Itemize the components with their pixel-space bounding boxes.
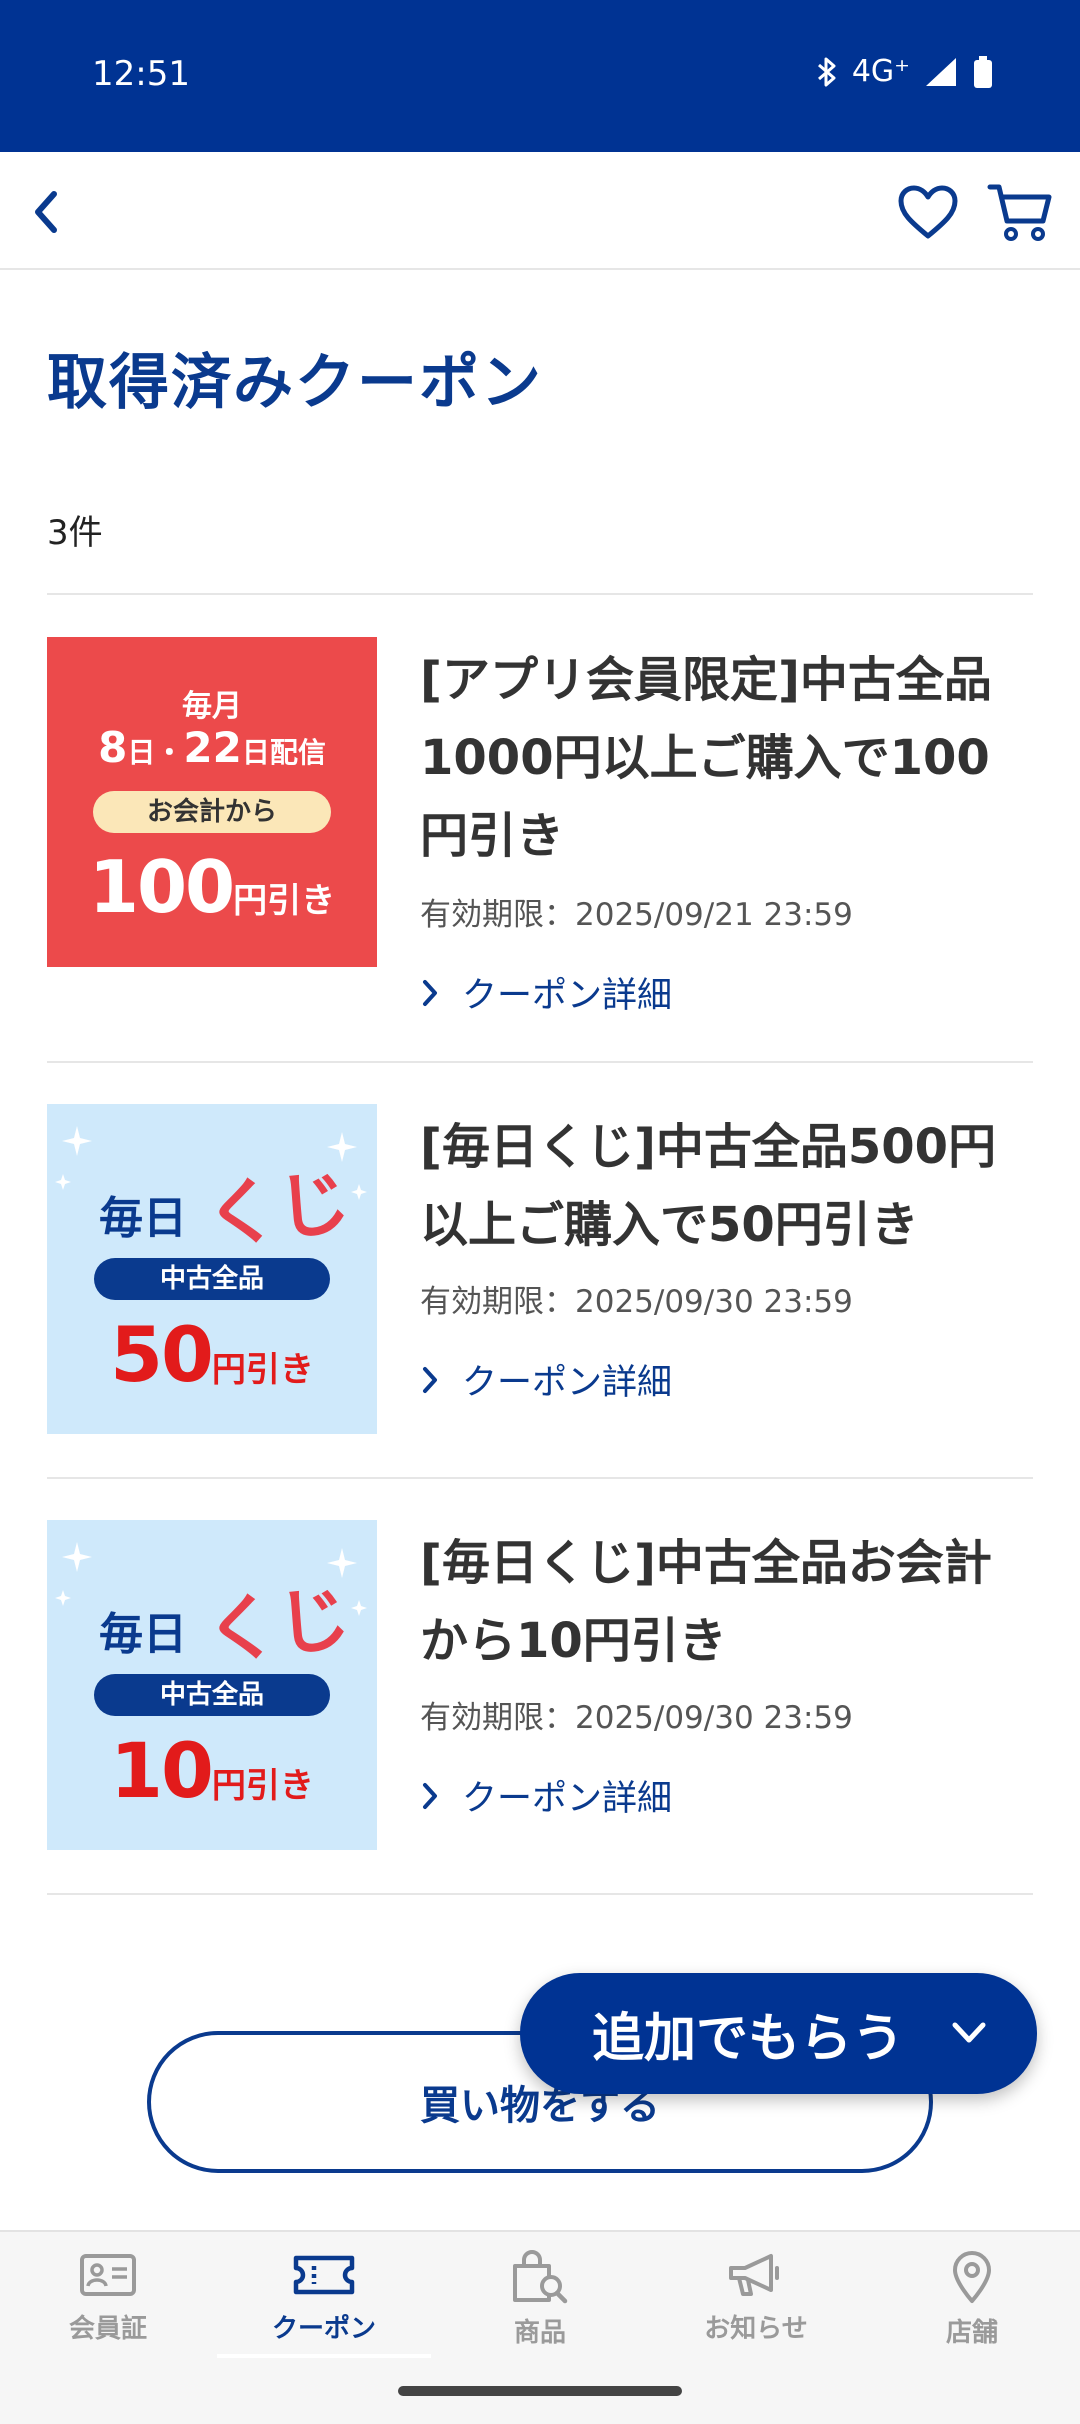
page-title: 取得済みクーポン — [47, 348, 543, 418]
thumb-line1: 毎月 — [182, 689, 242, 724]
coupon-expiry: 有効期限：2025/09/30 23:59 — [420, 1700, 853, 1736]
cart-button[interactable] — [980, 172, 1060, 252]
heart-icon — [898, 185, 958, 239]
coupon-title[interactable]: [毎日くじ]中古全品500円以上ご購入で50円引き — [420, 1108, 1033, 1264]
favorites-button[interactable] — [888, 172, 968, 252]
thumb-line1a: 毎日 — [99, 1609, 187, 1660]
nav-stores[interactable]: 店舗 — [864, 2250, 1080, 2360]
coupon-title[interactable]: [毎日くじ]中古全品お会計から10円引き — [420, 1524, 1033, 1680]
status-time: 12:51 — [92, 54, 190, 94]
nav-products[interactable]: 商品 — [432, 2250, 648, 2360]
thumb-line1b: くじ — [201, 1159, 354, 1259]
nav-label: 商品 — [513, 2318, 566, 2348]
get-more-button[interactable]: 追加でもらう — [520, 1973, 1037, 2094]
divider — [47, 1893, 1033, 1895]
nav-coupon[interactable]: クーポン — [216, 2250, 432, 2360]
thumb-discount: 50円引き — [110, 1310, 314, 1399]
nav-label: 店舗 — [945, 2318, 998, 2348]
thumb-pill: 中古全品 — [94, 1674, 330, 1716]
cart-icon — [987, 184, 1052, 241]
chevron-right-icon — [423, 1782, 437, 1809]
nav-label: お知らせ — [704, 2314, 808, 2344]
coupon-thumbnail[interactable]: 毎日 くじ 中古全品 10円引き — [47, 1520, 377, 1850]
thumb-line1a: 毎日 — [99, 1193, 187, 1244]
member-card-icon — [80, 2254, 136, 2296]
chevron-down-icon — [952, 2022, 986, 2043]
nav-news[interactable]: お知らせ — [648, 2250, 864, 2360]
coupon-item: 毎月 8日・22日配信 お会計から 100円引き [アプリ会員限定]中古全品10… — [47, 637, 1033, 1062]
coupon-thumbnail[interactable]: 毎月 8日・22日配信 お会計から 100円引き — [47, 637, 377, 967]
thumb-discount: 100円引き — [88, 845, 336, 929]
coupon-detail-label: クーポン詳細 — [462, 1363, 673, 1403]
network-type: 4G⁺ — [851, 54, 910, 89]
status-icons: 4G⁺ — [816, 54, 994, 89]
coupon-detail-label: クーポン詳細 — [462, 1779, 673, 1819]
coupon-detail-link[interactable]: クーポン詳細 — [420, 1354, 672, 1405]
coupon-title[interactable]: [アプリ会員限定]中古全品1000円以上ご購入で100円引き — [420, 641, 1033, 875]
chevron-left-icon — [35, 191, 57, 233]
coupon-thumbnail[interactable]: 毎日 くじ 中古全品 50円引き — [47, 1104, 377, 1434]
bluetooth-icon — [817, 57, 836, 86]
gesture-handle[interactable] — [398, 2386, 682, 2396]
divider — [47, 1061, 1033, 1063]
thumb-line1b: くじ — [201, 1575, 354, 1675]
get-more-label: 追加でもらう — [592, 2009, 905, 2069]
battery-icon — [974, 55, 992, 88]
shopping-bag-search-icon — [513, 2250, 568, 2304]
bottom-nav: 会員証 クーポン 商品 お知らせ 店舗 — [0, 2230, 1080, 2360]
nav-member-card[interactable]: 会員証 — [0, 2250, 216, 2360]
coupon-detail-link[interactable]: クーポン詳細 — [420, 1770, 672, 1821]
status-bar: 12:51 4G⁺ — [0, 0, 1080, 152]
app-header — [0, 152, 1080, 270]
coupon-item: 毎日 くじ 中古全品 50円引き [毎日くじ]中古全品500円以上ご購入で50円… — [47, 1104, 1033, 1478]
divider — [47, 593, 1033, 595]
megaphone-icon — [729, 2254, 779, 2296]
back-button[interactable] — [6, 172, 86, 252]
chevron-right-icon — [423, 979, 437, 1006]
chevron-right-icon — [423, 1366, 437, 1393]
thumb-line2: 8日・22日配信 — [98, 723, 326, 772]
coupon-detail-label: クーポン詳細 — [462, 976, 673, 1016]
divider — [47, 1477, 1033, 1479]
coupon-item: 毎日 くじ 中古全品 10円引き [毎日くじ]中古全品お会計から10円引き 有効… — [47, 1520, 1033, 1894]
signal-icon — [926, 57, 956, 86]
nav-label: クーポン — [271, 2314, 376, 2344]
location-pin-icon — [953, 2251, 991, 2303]
coupon-icon — [293, 2255, 355, 2295]
active-tab-indicator — [217, 2354, 431, 2358]
thumb-discount: 10円引き — [110, 1726, 314, 1815]
coupon-expiry: 有効期限：2025/09/30 23:59 — [420, 1284, 853, 1320]
coupon-count: 3件 — [47, 513, 103, 553]
thumb-pill: 中古全品 — [94, 1258, 330, 1300]
coupon-detail-link[interactable]: クーポン詳細 — [420, 967, 672, 1018]
thumb-pill: お会計から — [93, 791, 331, 833]
coupon-expiry: 有効期限：2025/09/21 23:59 — [420, 897, 853, 933]
nav-label: 会員証 — [68, 2314, 147, 2344]
